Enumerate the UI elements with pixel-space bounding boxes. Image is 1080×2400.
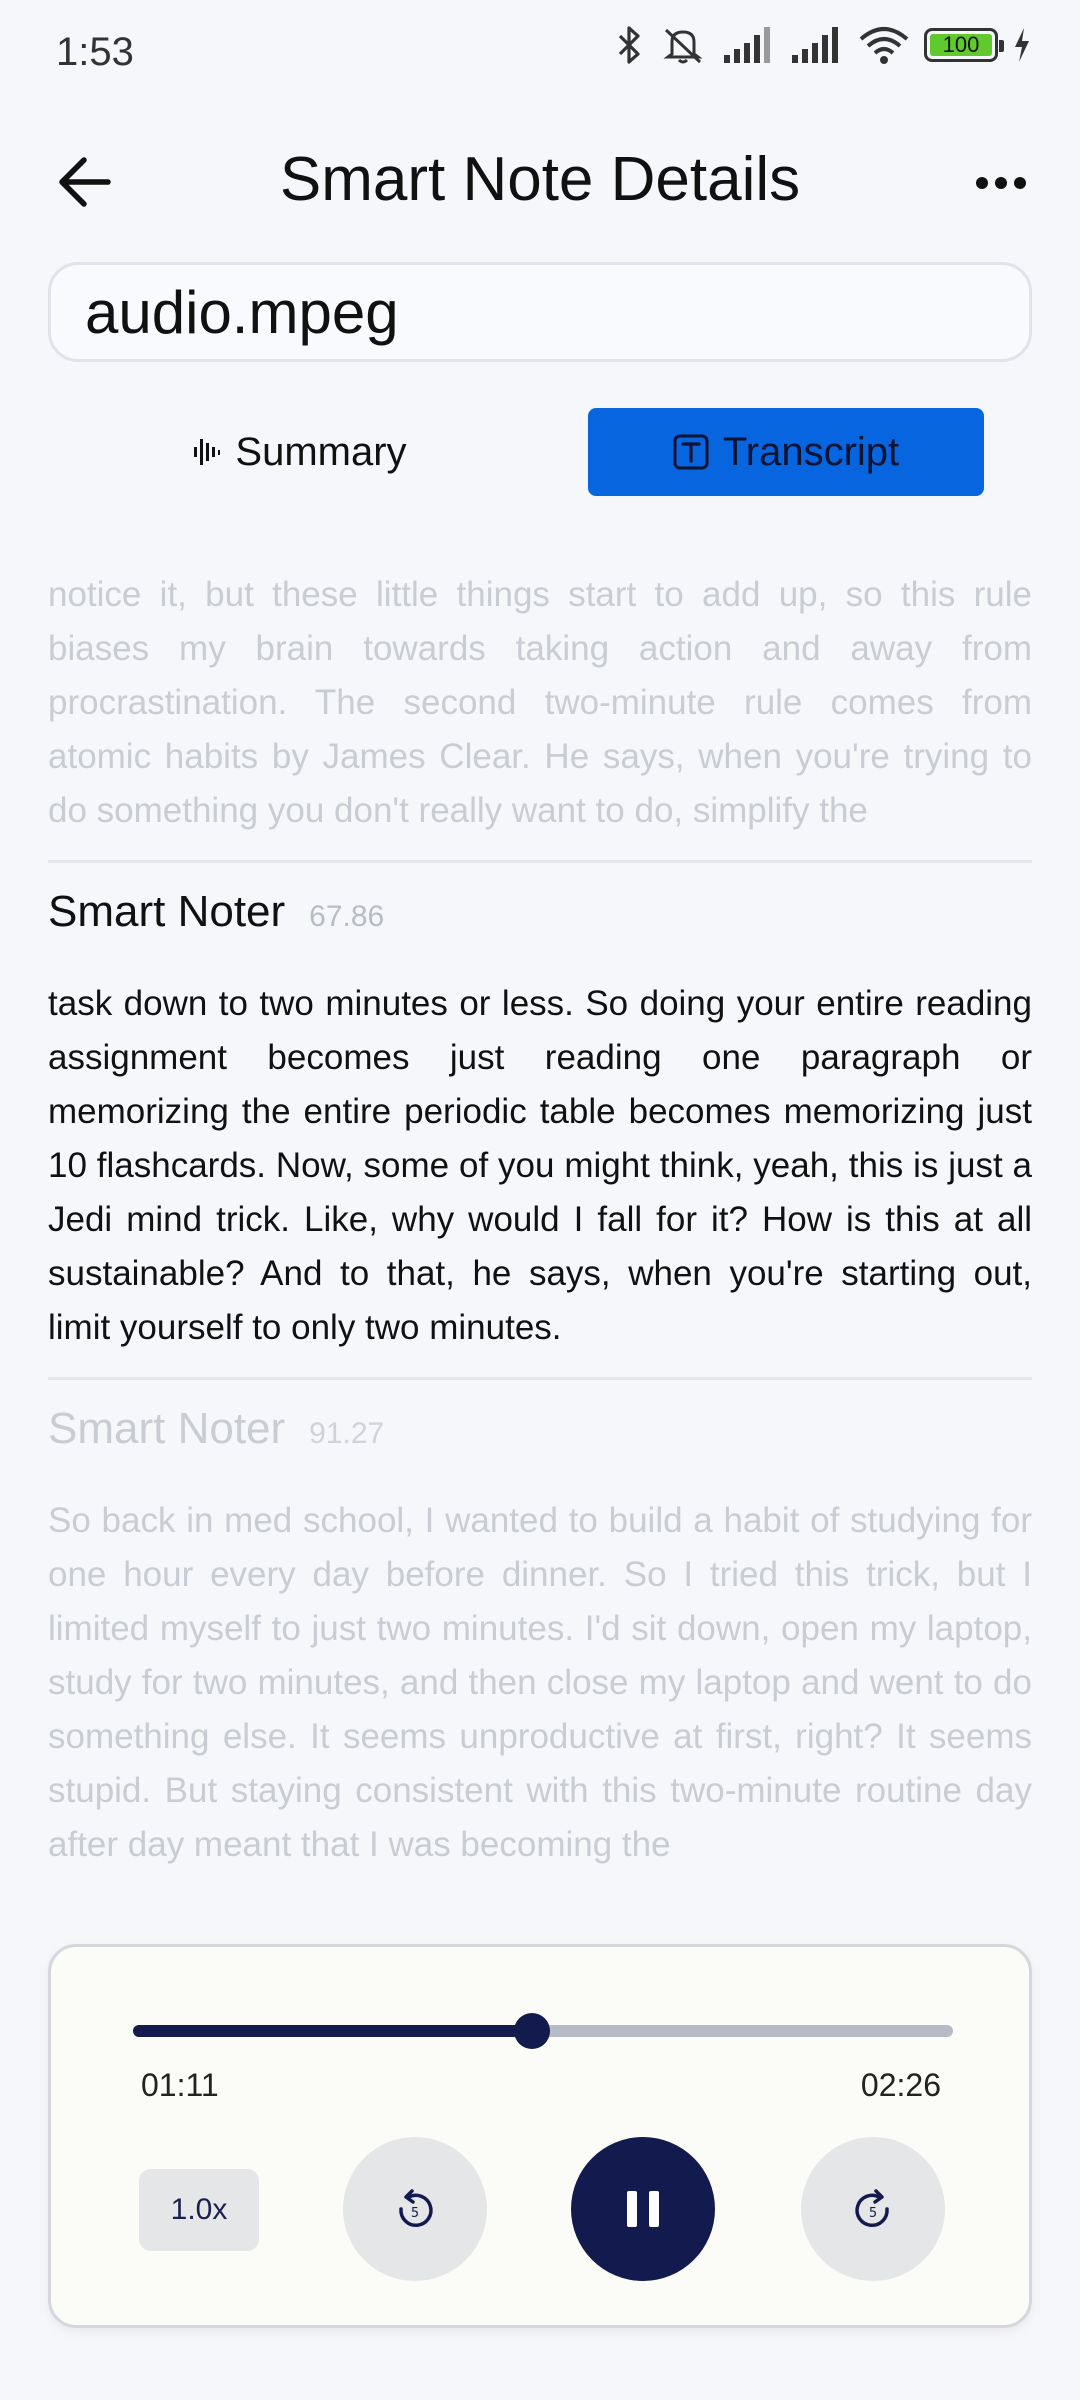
more-options-button[interactable] bbox=[966, 158, 1036, 208]
wifi-icon bbox=[858, 25, 910, 65]
status-bar: 1:53 100 bbox=[0, 0, 1080, 100]
filename-field[interactable]: audio.mpeg bbox=[48, 262, 1032, 362]
transcript-text: task down to two minutes or less. So doi… bbox=[48, 984, 1032, 1347]
audio-player: 01:11 02:26 1.0x 5 5 bbox=[48, 1944, 1032, 2328]
pause-button[interactable] bbox=[571, 2137, 715, 2281]
battery-level: 100 bbox=[942, 32, 980, 57]
transcript-segment-header: Smart Noter 67.86 bbox=[48, 887, 1032, 937]
speaker-name: Smart Noter bbox=[48, 887, 286, 936]
mute-icon bbox=[658, 24, 708, 66]
tab-summary[interactable]: Summary bbox=[120, 408, 480, 496]
tab-summary-label: Summary bbox=[235, 429, 407, 474]
battery-icon: 100 bbox=[924, 28, 1004, 62]
transcript-text: notice it, but these little things start… bbox=[48, 575, 1032, 830]
header: Smart Note Details bbox=[0, 130, 1080, 230]
text-box-icon bbox=[673, 434, 709, 470]
bluetooth-icon bbox=[614, 24, 644, 66]
status-icons: 100 bbox=[614, 24, 1032, 66]
current-time: 01:11 bbox=[141, 2067, 219, 2103]
signal-icon bbox=[790, 25, 844, 65]
charging-icon bbox=[1012, 26, 1032, 64]
playback-speed-button[interactable]: 1.0x bbox=[139, 2169, 259, 2251]
forward-5-icon: 5 bbox=[855, 2189, 889, 2228]
progress-slider[interactable] bbox=[133, 2013, 953, 2049]
tab-transcript[interactable]: Transcript bbox=[588, 408, 984, 496]
tab-transcript-label: Transcript bbox=[722, 429, 900, 474]
transcript-segment-header: Smart Noter 91.27 bbox=[48, 1404, 1032, 1454]
total-time: 02:26 bbox=[860, 2067, 941, 2103]
progress-thumb[interactable] bbox=[513, 2013, 550, 2049]
signal-icon bbox=[722, 25, 776, 65]
segment-timestamp[interactable]: 91.27 bbox=[309, 1417, 384, 1451]
segment-timestamp[interactable]: 67.86 bbox=[309, 900, 384, 934]
rewind-5-icon: 5 bbox=[399, 2189, 433, 2228]
transcript-text: So back in med school, I wanted to build… bbox=[48, 1501, 1032, 1864]
rewind-button[interactable]: 5 bbox=[343, 2137, 487, 2281]
forward-button[interactable]: 5 bbox=[801, 2137, 945, 2281]
speaker-name: Smart Noter bbox=[48, 1404, 286, 1453]
skip-seconds-label: 5 bbox=[869, 2206, 877, 2221]
more-horizontal-icon bbox=[976, 177, 1026, 189]
status-time: 1:53 bbox=[56, 30, 134, 74]
pause-icon bbox=[627, 2191, 659, 2227]
waveform-icon bbox=[194, 439, 221, 465]
transcript-list[interactable]: notice it, but these little things start… bbox=[48, 560, 1032, 1890]
progress-fill bbox=[133, 2025, 532, 2037]
skip-seconds-label: 5 bbox=[411, 2206, 419, 2221]
page-title: Smart Note Details bbox=[279, 145, 801, 214]
